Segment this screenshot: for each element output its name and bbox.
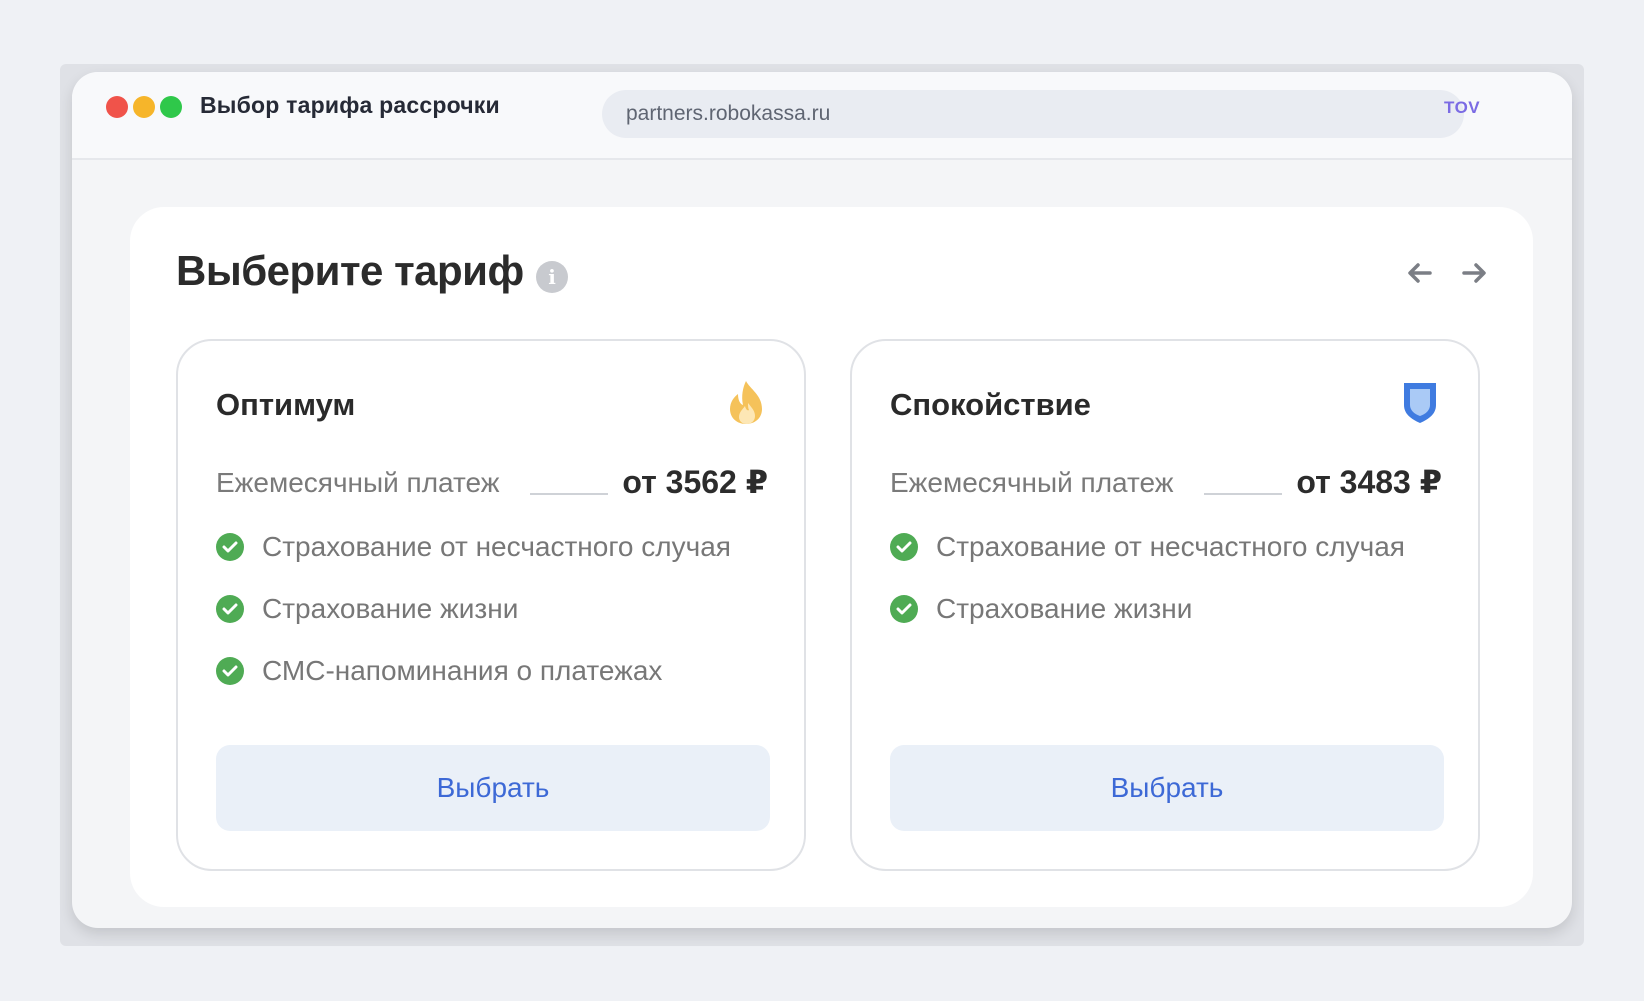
flame-icon: [730, 381, 762, 424]
tariff-card-optimum: Оптимум Ежемесячный платеж от 3562 ₽ Стр…: [176, 339, 806, 871]
select-spokoystvie-button[interactable]: Выбрать: [890, 745, 1444, 831]
monthly-payment-row: Ежемесячный платеж от 3483 ₽: [890, 461, 1442, 505]
payment-label: Ежемесячный платеж: [216, 467, 500, 498]
feature-text: Страхование жизни: [936, 593, 1193, 624]
tariff-panel: Выберите тариф i Оптимум Ежемесячный пла…: [130, 207, 1533, 907]
check-icon: [890, 533, 918, 561]
maximize-window-button[interactable]: [160, 96, 182, 118]
select-optimum-button[interactable]: Выбрать: [216, 745, 770, 831]
feature-text: Страхование от несчастного случая: [936, 531, 1405, 562]
feature-text: СМС-напоминания о платежах: [262, 655, 663, 686]
address-bar[interactable]: partners.robokassa.ru: [602, 90, 1464, 138]
check-icon: [216, 657, 244, 685]
payment-divider: [1204, 493, 1282, 495]
payment-value: от 3483 ₽: [1296, 464, 1442, 500]
monthly-payment-row: Ежемесячный платеж от 3562 ₽: [216, 461, 768, 505]
payment-value: от 3562 ₽: [622, 464, 768, 500]
tariff-name: Спокойствие: [890, 387, 1091, 422]
info-icon[interactable]: i: [536, 261, 568, 293]
payment-label: Ежемесячный платеж: [890, 467, 1174, 498]
tariff-card-spokoystvie: Спокойствие Ежемесячный платеж от 3483 ₽…: [850, 339, 1480, 871]
check-icon: [890, 595, 918, 623]
title-bar: Выбор тарифа рассрочки partners.robokass…: [72, 72, 1572, 160]
feature-text: Страхование жизни: [262, 593, 519, 624]
url-badge: TOV: [1444, 98, 1481, 117]
check-icon: [216, 595, 244, 623]
arrow-left-icon[interactable]: [1404, 257, 1436, 289]
browser-window: Выбор тарифа рассрочки partners.robokass…: [72, 72, 1572, 928]
arrow-right-icon[interactable]: [1458, 257, 1490, 289]
check-icon: [216, 533, 244, 561]
tariff-name: Оптимум: [216, 387, 356, 422]
shield-icon: [1404, 383, 1436, 423]
minimize-window-button[interactable]: [133, 96, 155, 118]
url-text: partners.robokassa.ru: [626, 102, 831, 125]
window-title: Выбор тарифа рассрочки: [200, 92, 500, 118]
payment-divider: [530, 493, 608, 495]
feature-text: Страхование от несчастного случая: [262, 531, 731, 562]
panel-title: Выберите тариф: [176, 247, 524, 294]
close-window-button[interactable]: [106, 96, 128, 118]
